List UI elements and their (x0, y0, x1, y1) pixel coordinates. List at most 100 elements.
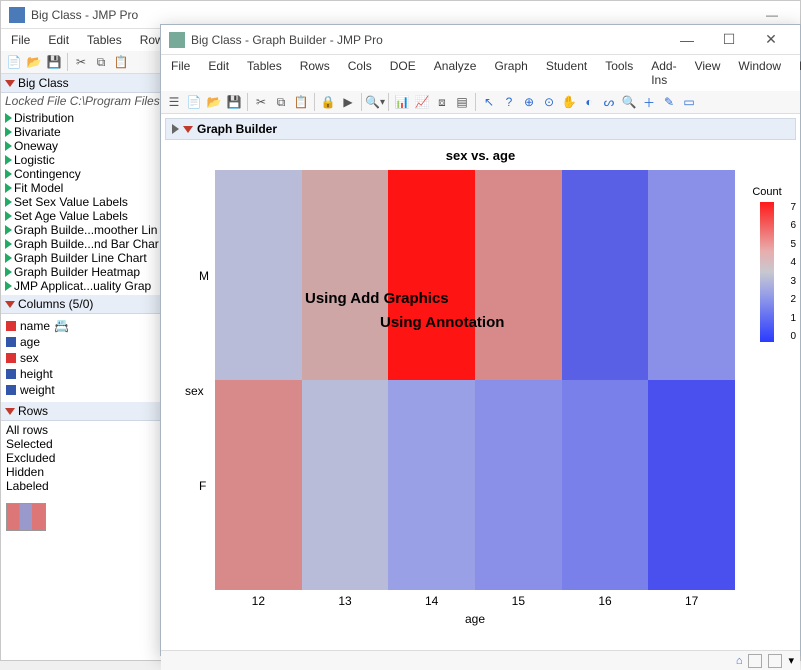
minimize-button[interactable]: — (752, 8, 792, 22)
cell-F-16[interactable] (562, 380, 649, 590)
column-item[interactable]: weight (6, 382, 175, 398)
arrow-tool-icon[interactable]: ↖ (480, 93, 498, 111)
color-legend[interactable]: Count 7 6 5 4 3 2 1 0 (744, 186, 790, 342)
tree-item[interactable]: Set Age Value Labels (1, 209, 180, 223)
rows-item[interactable]: Hidden (6, 465, 175, 479)
cell-F-14[interactable] (388, 380, 475, 590)
cell-F-13[interactable] (302, 380, 389, 590)
menu-doe[interactable]: DOE (386, 57, 420, 89)
columns-header[interactable]: Columns (5/0) (1, 295, 180, 314)
menu-tables[interactable]: Tables (243, 57, 286, 89)
chart1-icon[interactable]: 📊 (393, 93, 411, 111)
rows-header[interactable]: Rows (1, 402, 180, 421)
chart2-icon[interactable]: 📈 (413, 93, 431, 111)
chart4-icon[interactable]: ▤ (453, 93, 471, 111)
annotate-tool-icon[interactable]: ✎ (660, 93, 678, 111)
menu-window[interactable]: Window (734, 57, 785, 89)
column-item[interactable]: age (6, 334, 175, 350)
tree-item[interactable]: Graph Builde...moother Lin (1, 223, 180, 237)
rows-item[interactable]: Labeled (6, 479, 175, 493)
graph-builder-header[interactable]: Graph Builder (165, 118, 796, 140)
menu-edit[interactable]: Edit (204, 57, 233, 89)
open-icon[interactable]: 📂 (205, 93, 223, 111)
magnify-tool-icon[interactable]: 🔍 (620, 93, 638, 111)
disclose-icon[interactable] (5, 408, 15, 415)
paste-icon[interactable]: 📋 (292, 93, 310, 111)
cell-F-17[interactable] (648, 380, 735, 590)
tree-item[interactable]: JMP Applicat...uality Grap (1, 279, 180, 293)
tree-item[interactable]: Distribution (1, 111, 180, 125)
open-icon[interactable]: 📂 (25, 53, 43, 71)
tree-item[interactable]: Graph Builder Heatmap (1, 265, 180, 279)
save-icon[interactable]: 💾 (225, 93, 243, 111)
cell-M-16[interactable] (562, 170, 649, 380)
column-item[interactable]: height (6, 366, 175, 382)
run-icon[interactable]: ▶ (339, 93, 357, 111)
copy-icon[interactable]: ⧉ (92, 53, 110, 71)
menu-view[interactable]: View (691, 57, 725, 89)
help-tool-icon[interactable]: ? (500, 93, 518, 111)
cell-F-12[interactable] (215, 380, 302, 590)
crosshair2-icon[interactable]: ＋ (640, 93, 658, 111)
menu-file[interactable]: File (167, 57, 194, 89)
new-table-icon[interactable]: 📄 (185, 93, 203, 111)
menu-addins[interactable]: Add-Ins (647, 57, 680, 89)
sidebar-header[interactable]: Big Class (1, 74, 180, 93)
disclose-icon[interactable] (172, 124, 179, 134)
crosshair-tool-icon[interactable]: ⊕ (520, 93, 538, 111)
rows-item[interactable]: All rows (6, 423, 175, 437)
new-icon[interactable]: 📄 (5, 53, 23, 71)
minimize-button[interactable]: — (666, 32, 708, 48)
shape-tool-icon[interactable]: ▭ (680, 93, 698, 111)
cell-M-12[interactable] (215, 170, 302, 380)
column-item[interactable]: sex (6, 350, 175, 366)
menu-graph[interactable]: Graph (490, 57, 531, 89)
cell-M-14[interactable] (388, 170, 475, 380)
menu-tools[interactable]: Tools (601, 57, 637, 89)
disclose-icon[interactable] (5, 301, 15, 308)
cell-M-13[interactable] (302, 170, 389, 380)
menu-help[interactable]: Help (795, 57, 801, 89)
menu-analyze[interactable]: Analyze (430, 57, 481, 89)
menu-cols[interactable]: Cols (344, 57, 376, 89)
hotspot-icon[interactable] (183, 126, 193, 133)
thumbnail[interactable] (6, 503, 46, 531)
scroll-tool-icon[interactable]: ⊙ (540, 93, 558, 111)
tree-item[interactable]: Contingency (1, 167, 180, 181)
cell-M-17[interactable] (648, 170, 735, 380)
cell-M-15[interactable] (475, 170, 562, 380)
lasso-tool-icon[interactable]: ᔕ (600, 93, 618, 111)
heatmap-plot[interactable] (215, 170, 735, 590)
save-icon[interactable]: 💾 (45, 53, 63, 71)
annotation-add-graphics[interactable]: Using Add Graphics (305, 290, 449, 307)
cell-F-15[interactable] (475, 380, 562, 590)
chart3-icon[interactable]: ⧈ (433, 93, 451, 111)
tree-item[interactable]: Fit Model (1, 181, 180, 195)
hand-tool-icon[interactable]: ✋ (560, 93, 578, 111)
tree-item[interactable]: Set Sex Value Labels (1, 195, 180, 209)
tree-item[interactable]: Graph Builde...nd Bar Char (1, 237, 180, 251)
disclose-icon[interactable] (5, 80, 15, 87)
cut-icon[interactable]: ✂ (252, 93, 270, 111)
brush-tool-icon[interactable]: ◐ (580, 93, 598, 111)
zoom-icon[interactable]: 🔍▾ (366, 93, 384, 111)
cut-icon[interactable]: ✂ (72, 53, 90, 71)
rows-item[interactable]: Selected (6, 437, 175, 451)
tree-item[interactable]: Bivariate (1, 125, 180, 139)
menu-file[interactable]: File (7, 31, 34, 49)
paste-icon[interactable]: 📋 (112, 53, 130, 71)
menu-edit[interactable]: Edit (44, 31, 73, 49)
front-titlebar[interactable]: Big Class - Graph Builder - JMP Pro — ☐ … (161, 25, 800, 55)
annotation-text[interactable]: Using Annotation (380, 314, 504, 331)
menu-student[interactable]: Student (542, 57, 591, 89)
tree-item[interactable]: Graph Builder Line Chart (1, 251, 180, 265)
rows-item[interactable]: Excluded (6, 451, 175, 465)
close-button[interactable]: ✕ (750, 31, 792, 48)
copy-icon[interactable]: ⧉ (272, 93, 290, 111)
menu-tables[interactable]: Tables (83, 31, 126, 49)
tree-item[interactable]: Oneway (1, 139, 180, 153)
tree-item[interactable]: Logistic (1, 153, 180, 167)
lock-icon[interactable]: 🔒 (319, 93, 337, 111)
menu-rows[interactable]: Rows (296, 57, 334, 89)
maximize-button[interactable]: ☐ (708, 31, 750, 48)
